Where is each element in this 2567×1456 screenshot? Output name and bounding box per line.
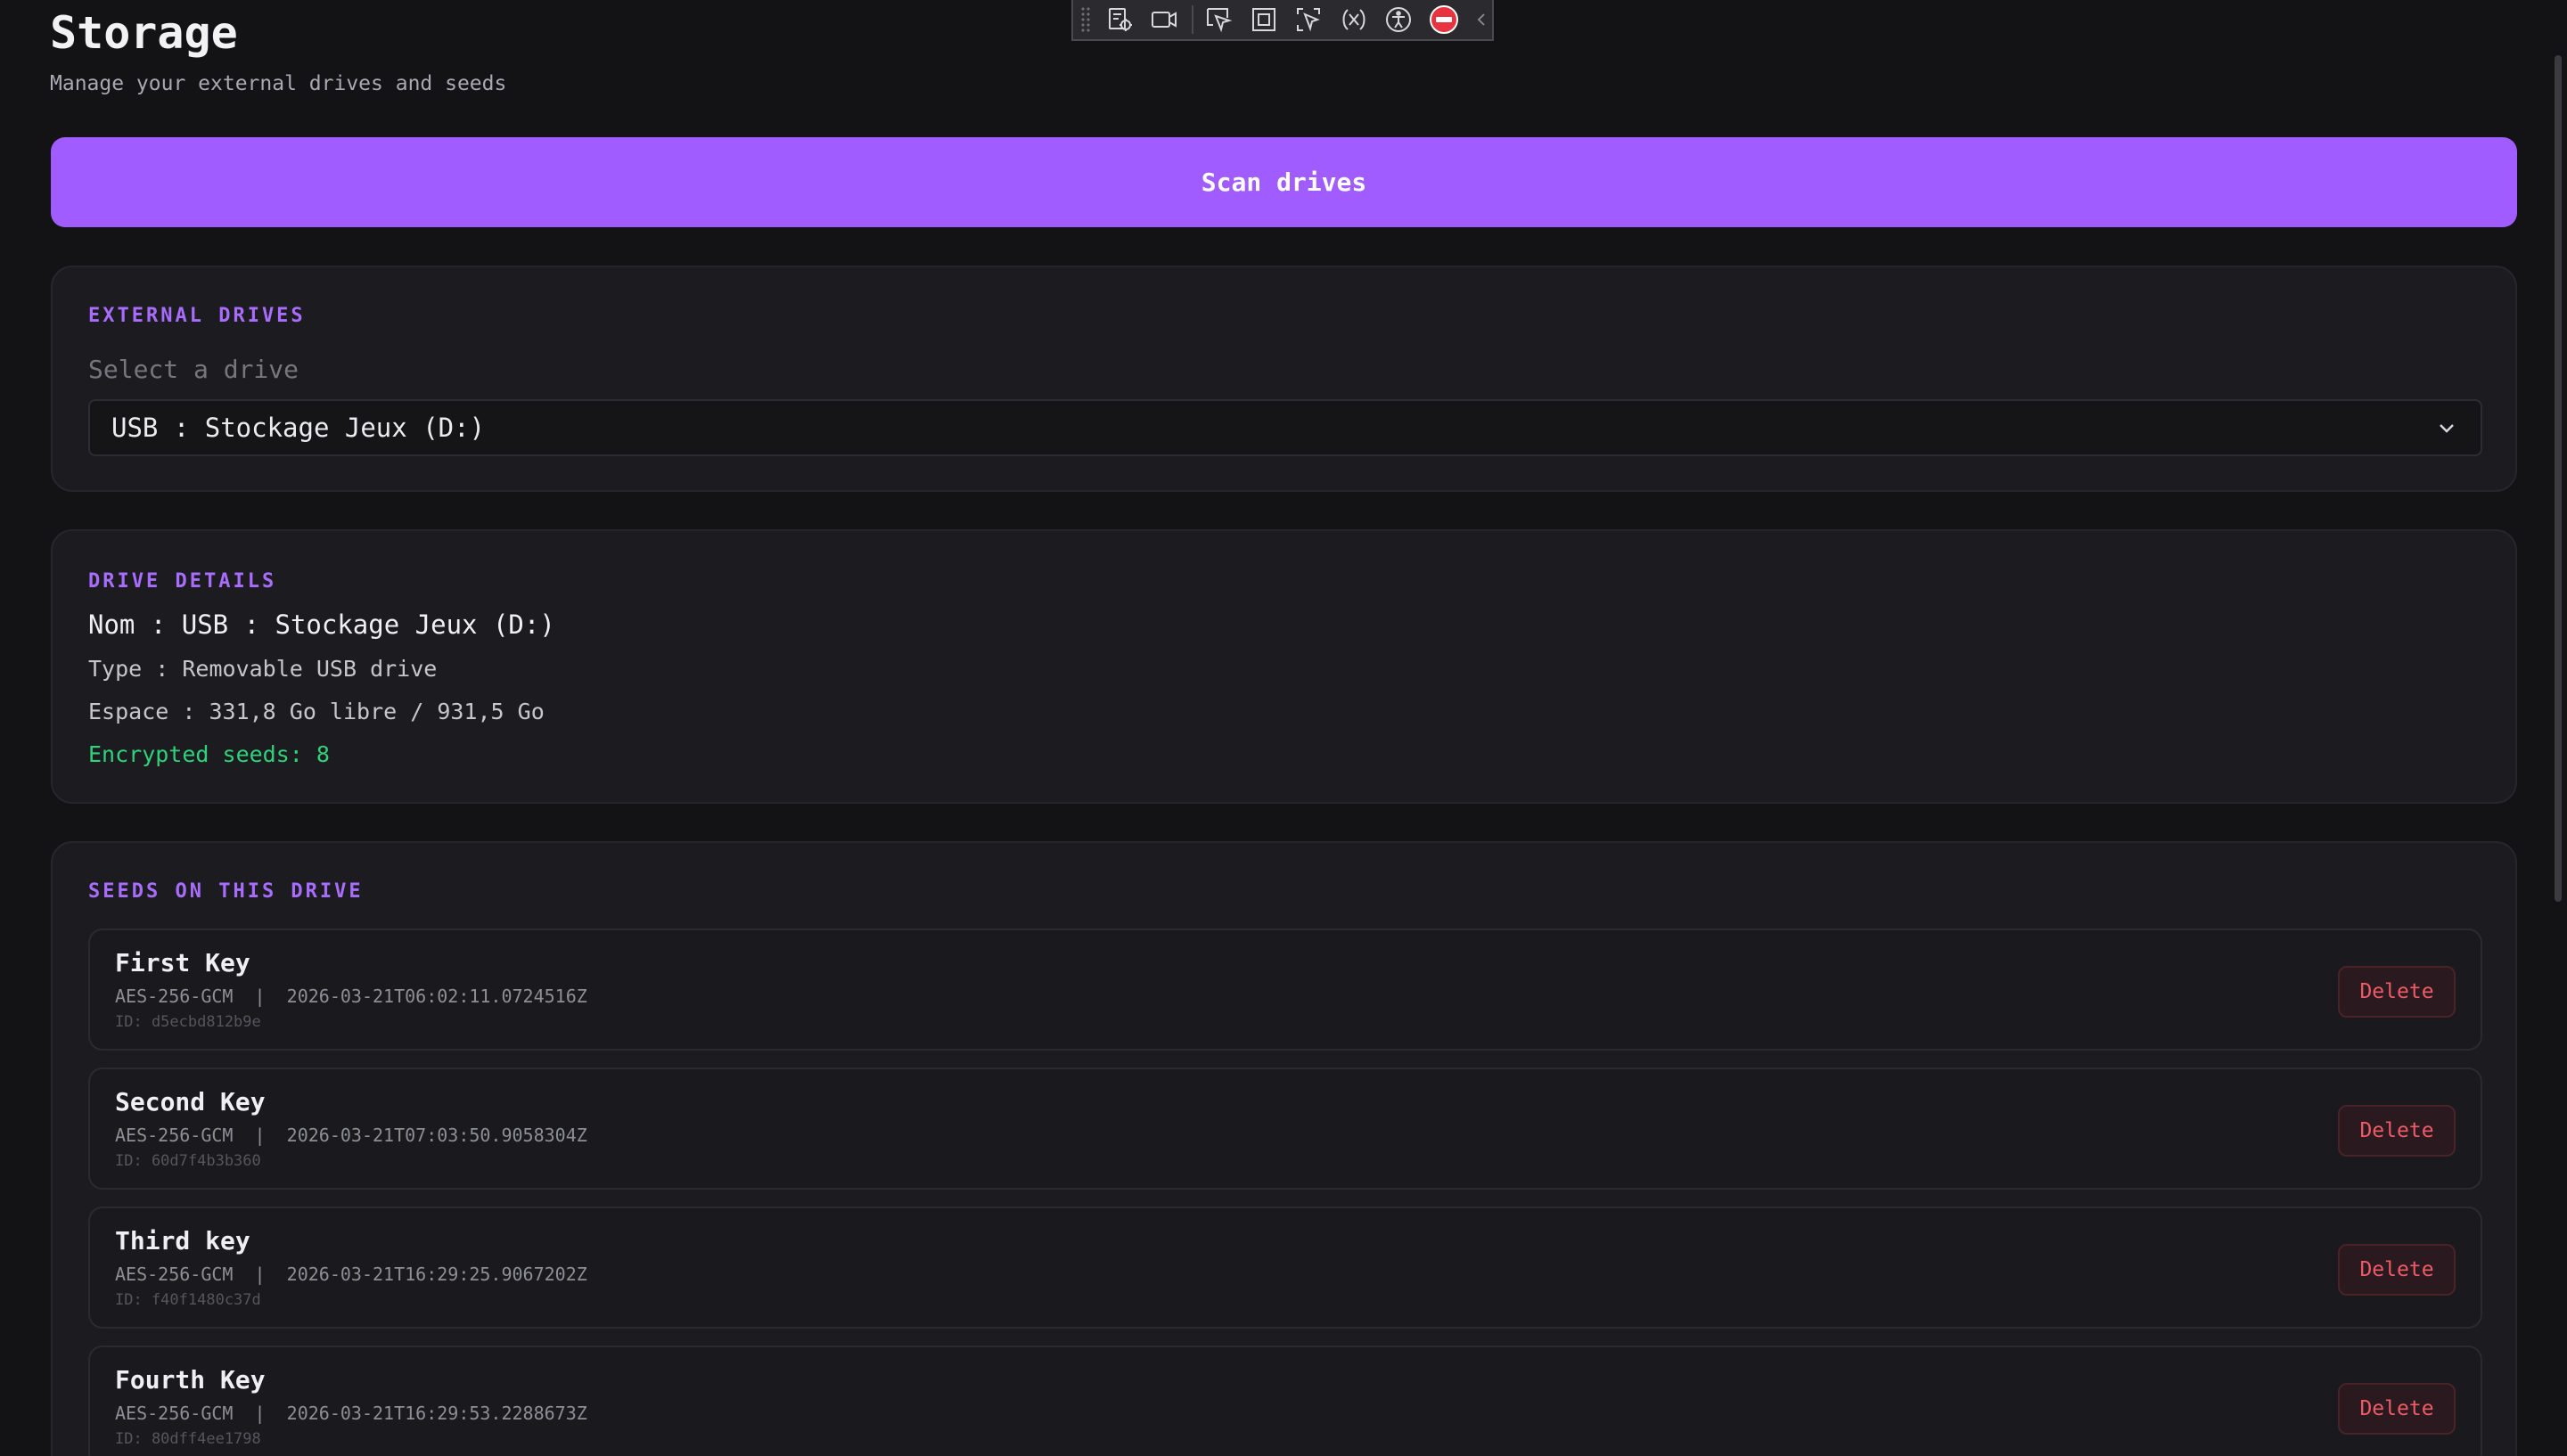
seed-name: First Key <box>115 948 250 977</box>
external-drives-label: EXTERNAL DRIVES <box>88 305 306 327</box>
seed-meta: AES-256-GCM | 2026-03-21T16:29:25.906720… <box>115 1264 587 1285</box>
drive-name: Nom : USB : Stockage Jeux (D:) <box>88 609 555 640</box>
scrollbar-thumb[interactable] <box>2555 55 2562 902</box>
drive-type: Type : Removable USB drive <box>88 656 438 682</box>
seeds-card: SEEDS ON THIS DRIVE First Key AES-256-GC… <box>51 841 2517 1456</box>
accessibility-icon[interactable] <box>1381 4 1417 36</box>
devtools-toolbar <box>1071 0 1494 41</box>
seeds-section-label: SEEDS ON THIS DRIVE <box>88 880 364 903</box>
seed-name: Third key <box>115 1226 250 1256</box>
encrypted-seeds-count: Encrypted seeds: 8 <box>88 741 330 767</box>
seed-row: First Key AES-256-GCM | 2026-03-21T06:02… <box>88 928 2482 1051</box>
external-drives-card: EXTERNAL DRIVES Select a drive USB : Sto… <box>51 266 2517 492</box>
stop-icon[interactable] <box>1425 4 1462 36</box>
screenshot-select-icon[interactable] <box>1291 4 1327 36</box>
seed-row: Fourth Key AES-256-GCM | 2026-03-21T16:2… <box>88 1346 2482 1456</box>
seed-row: Second Key AES-256-GCM | 2026-03-21T07:0… <box>88 1067 2482 1190</box>
seed-id: ID: f40f1480c37d <box>115 1291 261 1309</box>
delete-seed-button[interactable]: Delete <box>2338 1105 2456 1157</box>
delete-seed-button[interactable]: Delete <box>2338 1383 2456 1435</box>
select-element-icon[interactable] <box>1201 4 1237 36</box>
collapse-chevron-icon[interactable] <box>1471 4 1492 36</box>
page-subtitle: Manage your external drives and seeds <box>50 72 507 95</box>
drive-space: Espace : 331,8 Go libre / 931,5 Go <box>88 699 545 724</box>
seed-id: ID: 80dff4ee1798 <box>115 1430 261 1448</box>
select-drive-hint: Select a drive <box>88 355 299 384</box>
drive-select[interactable]: USB : Stockage Jeux (D:) <box>88 399 2482 456</box>
drive-select-value: USB : Stockage Jeux (D:) <box>111 413 486 443</box>
drag-handle-icon[interactable] <box>1080 6 1091 33</box>
seed-meta: AES-256-GCM | 2026-03-21T16:29:53.228867… <box>115 1403 587 1424</box>
seed-meta: AES-256-GCM | 2026-03-21T06:02:11.072451… <box>115 986 587 1007</box>
record-icon[interactable] <box>1146 4 1183 36</box>
page-title: Storage <box>50 7 238 59</box>
wave-icon[interactable] <box>1335 4 1372 36</box>
seed-name: Second Key <box>115 1087 266 1117</box>
page-scrollbar[interactable] <box>2555 0 2567 1456</box>
seed-id: ID: 60d7f4b3b360 <box>115 1152 261 1170</box>
delete-seed-button[interactable]: Delete <box>2338 966 2456 1018</box>
inspect-settings-icon[interactable] <box>1102 4 1138 36</box>
chevron-down-icon <box>2440 424 2454 433</box>
scan-drives-button[interactable]: Scan drives <box>51 137 2517 227</box>
seed-meta: AES-256-GCM | 2026-03-21T07:03:50.905830… <box>115 1125 587 1146</box>
toolbar-divider <box>1191 5 1193 34</box>
drive-details-card: DRIVE DETAILS Nom : USB : Stockage Jeux … <box>51 529 2517 804</box>
drive-details-label: DRIVE DETAILS <box>88 570 277 593</box>
seed-name: Fourth Key <box>115 1365 266 1395</box>
seed-id: ID: d5ecbd812b9e <box>115 1013 261 1031</box>
delete-seed-button[interactable]: Delete <box>2338 1244 2456 1296</box>
seed-row: Third key AES-256-GCM | 2026-03-21T16:29… <box>88 1207 2482 1329</box>
storage-page: Storage Manage your external drives and … <box>0 0 2567 1456</box>
frame-icon[interactable] <box>1245 4 1282 36</box>
